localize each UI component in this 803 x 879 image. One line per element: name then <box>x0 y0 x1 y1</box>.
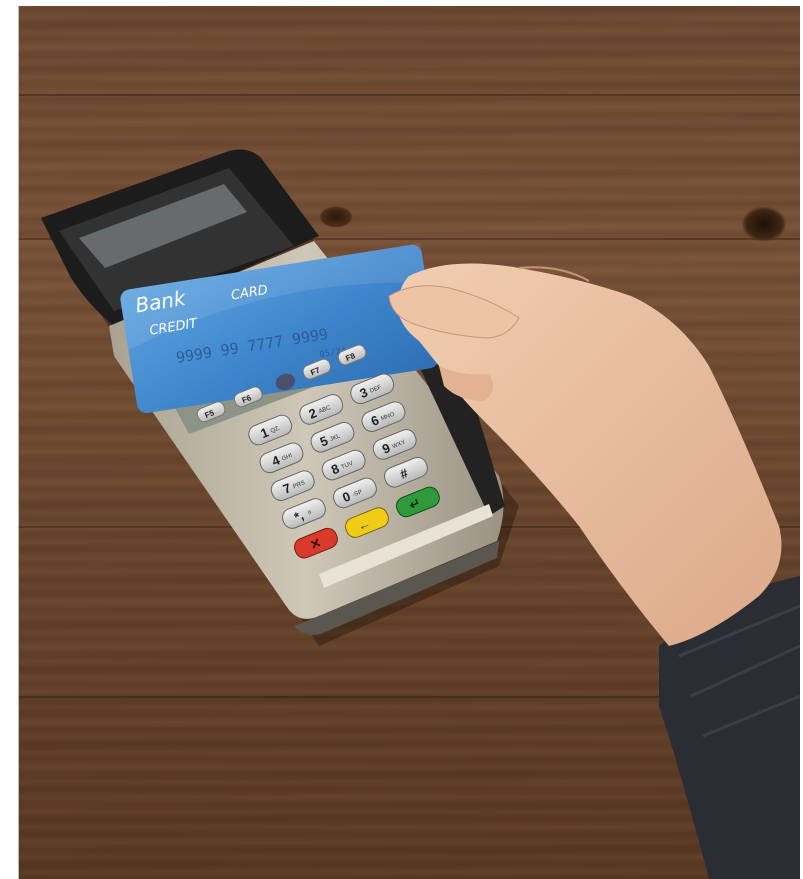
photo-scene: Bank CREDIT CARD 9999 99 7777 9999 05/24… <box>18 6 800 879</box>
hand-layer <box>388 263 800 879</box>
